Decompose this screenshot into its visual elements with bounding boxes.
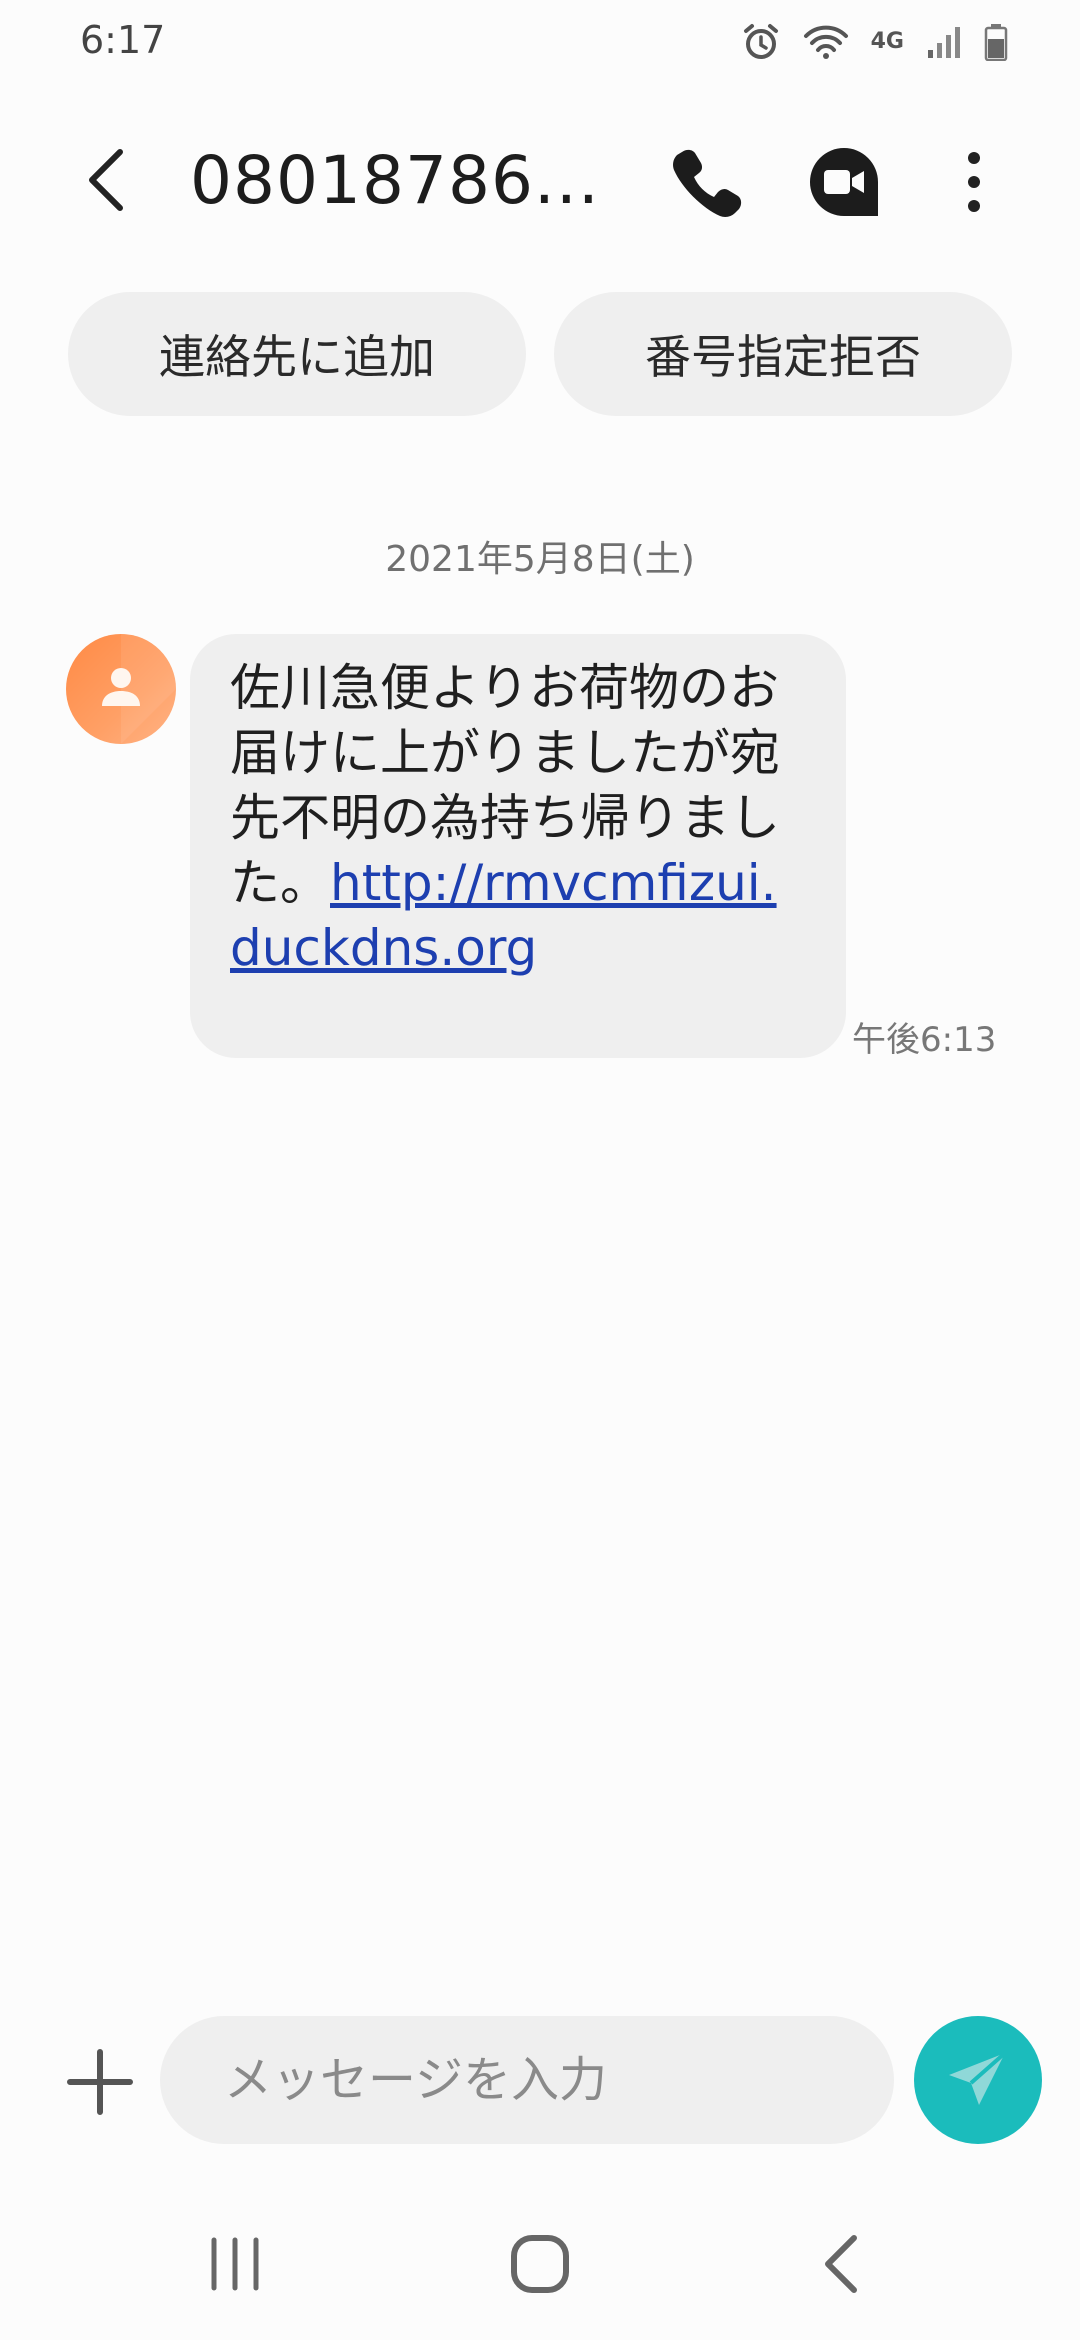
person-icon — [102, 634, 176, 744]
block-number-button[interactable]: 番号指定拒否 — [554, 292, 1012, 416]
status-bar: 6:17 4G — [0, 0, 1080, 84]
plus-icon[interactable] — [60, 2042, 140, 2122]
network-4g-icon: 4G — [870, 29, 904, 54]
wifi-icon — [803, 25, 848, 59]
alarm-icon — [743, 24, 778, 59]
system-nav-bar — [0, 2200, 1080, 2340]
back-arrow-icon[interactable] — [70, 140, 150, 220]
send-icon — [949, 2051, 1007, 2105]
status-time: 6:17 — [80, 18, 166, 62]
add-contact-button[interactable]: 連絡先に追加 — [68, 292, 526, 416]
signal-icon — [928, 27, 960, 58]
message-bubble[interactable]: 佐川急便よりお荷物のお届けに上がりましたが宛先不明の為持ち帰りました。http:… — [190, 634, 846, 1058]
message-time: 午後6:13 — [852, 1020, 997, 1060]
video-call-icon[interactable] — [804, 142, 884, 222]
date-separator: 2021年5月8日(土) — [385, 539, 695, 580]
more-vert-icon[interactable] — [944, 142, 1004, 222]
contact-number: 08018786... — [190, 142, 600, 219]
status-icons: 4G — [741, 22, 1008, 62]
conversation-header: 08018786... — [0, 120, 1080, 240]
send-button[interactable] — [914, 2016, 1042, 2144]
back-icon[interactable] — [808, 2224, 878, 2304]
battery-icon — [984, 24, 1008, 61]
recents-icon[interactable] — [200, 2224, 270, 2304]
message-input[interactable] — [160, 2016, 894, 2144]
avatar[interactable] — [66, 634, 176, 744]
phone-icon[interactable] — [668, 142, 748, 222]
messages-screen: 6:17 4G 08018786... 連絡先に追加 番号指定拒否 2021年5… — [0, 0, 1080, 2340]
home-icon[interactable] — [500, 2224, 580, 2304]
